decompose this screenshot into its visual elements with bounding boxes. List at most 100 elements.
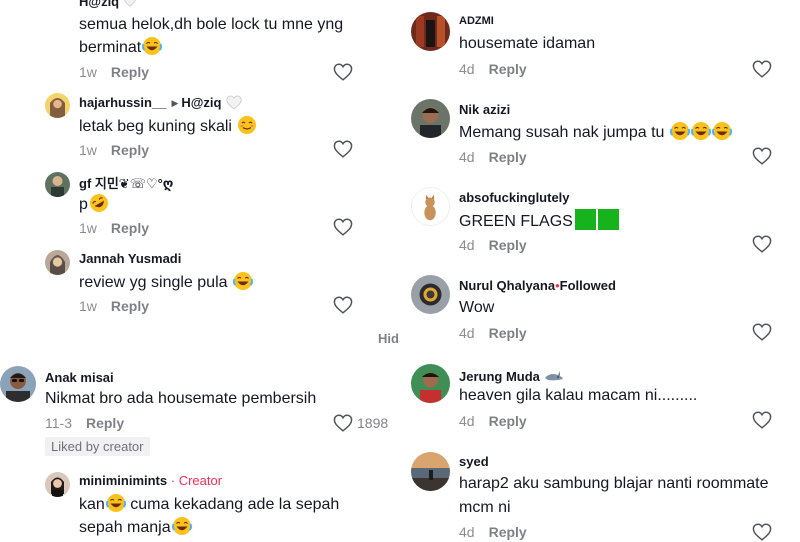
username-text[interactable]: Anak misai: [45, 370, 114, 385]
green-square-icon: [574, 209, 596, 230]
username-text[interactable]: Nurul Qhalyana: [459, 278, 555, 293]
comment-username[interactable]: Anak misai: [45, 370, 114, 385]
comment-text-line1: GREEN FLAGS: [459, 213, 573, 230]
reply-button[interactable]: Reply: [111, 64, 149, 80]
like-heart-icon[interactable]: [752, 147, 772, 165]
comment-time: 1w: [79, 298, 97, 314]
avatar[interactable]: [0, 366, 36, 402]
like-heart-icon[interactable]: [333, 218, 353, 236]
hide-label[interactable]: Hid: [378, 331, 399, 346]
comment-time: 1w: [79, 142, 97, 158]
comment-meta: 1w Reply: [79, 220, 149, 236]
avatar[interactable]: [411, 364, 450, 403]
comment-meta: 4d Reply: [459, 413, 527, 429]
comment-username[interactable]: Jannah Yusmadi: [79, 251, 181, 266]
username-text[interactable]: gf 지민❦☏♡°ღ: [79, 176, 173, 191]
username-text[interactable]: miniminimints: [79, 473, 167, 488]
avatar[interactable]: [411, 99, 450, 138]
username-text[interactable]: ADZMI: [459, 15, 494, 27]
like-heart-icon[interactable]: [333, 414, 353, 432]
username-text[interactable]: absofuckinglutely: [459, 190, 570, 205]
username-text[interactable]: hajarhussin__: [79, 95, 166, 110]
comment-username[interactable]: miniminimints · Creator: [79, 473, 222, 488]
laughing-emoji-icon: [142, 36, 162, 56]
comment-text: housemate idaman: [459, 32, 595, 55]
reply-button[interactable]: Reply: [489, 524, 527, 540]
comment-username[interactable]: syed: [459, 454, 489, 469]
username-text[interactable]: Jannah Yusmadi: [79, 251, 181, 266]
reply-button[interactable]: Reply: [489, 61, 527, 77]
comment-text-line2: mcm ni: [459, 499, 511, 516]
comment-username[interactable]: ADZMI: [459, 15, 494, 27]
reply-button[interactable]: Reply: [489, 413, 527, 429]
laughing-emoji-icon: [233, 271, 253, 291]
reply-button[interactable]: Reply: [111, 142, 149, 158]
like-heart-icon[interactable]: [752, 411, 772, 429]
like-heart-icon[interactable]: [333, 140, 353, 158]
reply-button[interactable]: Reply: [111, 298, 149, 314]
comment-username[interactable]: absofuckinglutely: [459, 190, 570, 205]
username-text[interactable]: Nik azizi: [459, 102, 510, 117]
comment-item: Jerung Muda heaven gila kalau macam ni..…: [400, 352, 800, 440]
hide-replies-button[interactable]: Hid: [378, 331, 399, 346]
reply-button[interactable]: Reply: [489, 325, 527, 341]
comment-text-line1: harap2 aku sambung blajar nanti roommate: [459, 475, 769, 492]
comment-item: hajarhussin__ ▶ H@ziq letak beg kuning ska…: [0, 88, 400, 166]
comment-text: p: [79, 193, 109, 216]
white-heart-icon: [225, 95, 243, 110]
reply-button[interactable]: Reply: [489, 237, 527, 253]
comment-text-line1: Wow: [459, 299, 495, 316]
username-text[interactable]: Jerung Muda: [459, 369, 540, 384]
avatar[interactable]: [45, 93, 70, 118]
avatar[interactable]: [411, 452, 450, 491]
comment-username[interactable]: Nurul Qhalyana•Followed: [459, 278, 616, 293]
avatar[interactable]: [45, 172, 70, 197]
reply-button[interactable]: Reply: [111, 220, 149, 236]
comment-text: sepah manja: [79, 516, 192, 539]
username-text[interactable]: syed: [459, 454, 489, 469]
like-heart-icon[interactable]: [752, 523, 772, 541]
comment-username[interactable]: Nik azizi: [459, 102, 510, 117]
reply-to-username[interactable]: H@ziq: [181, 95, 221, 110]
comment-time: 1w: [79, 64, 97, 80]
liked-by-creator-badge: Liked by creator: [45, 437, 150, 456]
username-text[interactable]: H@ziq: [79, 0, 119, 9]
panel-divider: [400, 0, 404, 542]
shark-icon: [544, 366, 564, 386]
comment-text-line1: Memang susah nak jumpa tu: [459, 124, 665, 141]
avatar[interactable]: [45, 250, 70, 275]
comment-text: berminat: [79, 36, 162, 59]
comment-text: letak beg kuning skali: [79, 115, 257, 138]
comment-text-line1: semua helok,dh bole lock tu mne yng: [79, 16, 344, 33]
comment-text-part-b: cuma kekadang ade la sepah: [125, 496, 340, 513]
reply-button[interactable]: Reply: [489, 149, 527, 165]
avatar[interactable]: [411, 275, 450, 314]
like-heart-icon[interactable]: [752, 323, 772, 341]
comment-text-line1: letak beg kuning skali: [79, 118, 232, 135]
like-heart-icon[interactable]: [752, 60, 772, 78]
comment-username[interactable]: Jerung Muda: [459, 366, 564, 386]
laughing-emoji-icon: [172, 516, 192, 536]
comment-username[interactable]: gf 지민❦☏♡°ღ: [79, 173, 173, 192]
comment-item: syed harap2 aku sambung blajar nanti roo…: [400, 440, 800, 542]
like-heart-icon[interactable]: [333, 63, 353, 81]
avatar[interactable]: [45, 472, 70, 497]
like-count: 1898: [357, 415, 389, 431]
comment-username[interactable]: H@ziq: [79, 0, 137, 9]
comment-time: 4d: [459, 325, 475, 341]
comment-meta: 4d Reply: [459, 524, 527, 540]
like-heart-icon[interactable]: [752, 235, 772, 253]
comment-text: semua helok,dh bole lock tu mne yng: [79, 13, 343, 36]
comment-text: mcm ni: [459, 496, 511, 519]
laughing-emoji-icon: [712, 121, 732, 141]
comment-item: gf 지민❦☏♡°ღ p 1w Reply: [0, 166, 400, 244]
avatar[interactable]: [411, 187, 450, 226]
comment-username[interactable]: hajarhussin__ ▶ H@ziq: [79, 95, 243, 110]
comment-text-line2: sepah manja: [79, 519, 171, 536]
comment-item: Anak misai Nikmat bro ada housemate pemb…: [0, 358, 400, 458]
like-heart-icon[interactable]: [333, 296, 353, 314]
comment-time: 11-3: [45, 415, 72, 431]
avatar[interactable]: [411, 12, 450, 51]
comment-text: Wow: [459, 296, 494, 319]
reply-button[interactable]: Reply: [86, 415, 124, 431]
